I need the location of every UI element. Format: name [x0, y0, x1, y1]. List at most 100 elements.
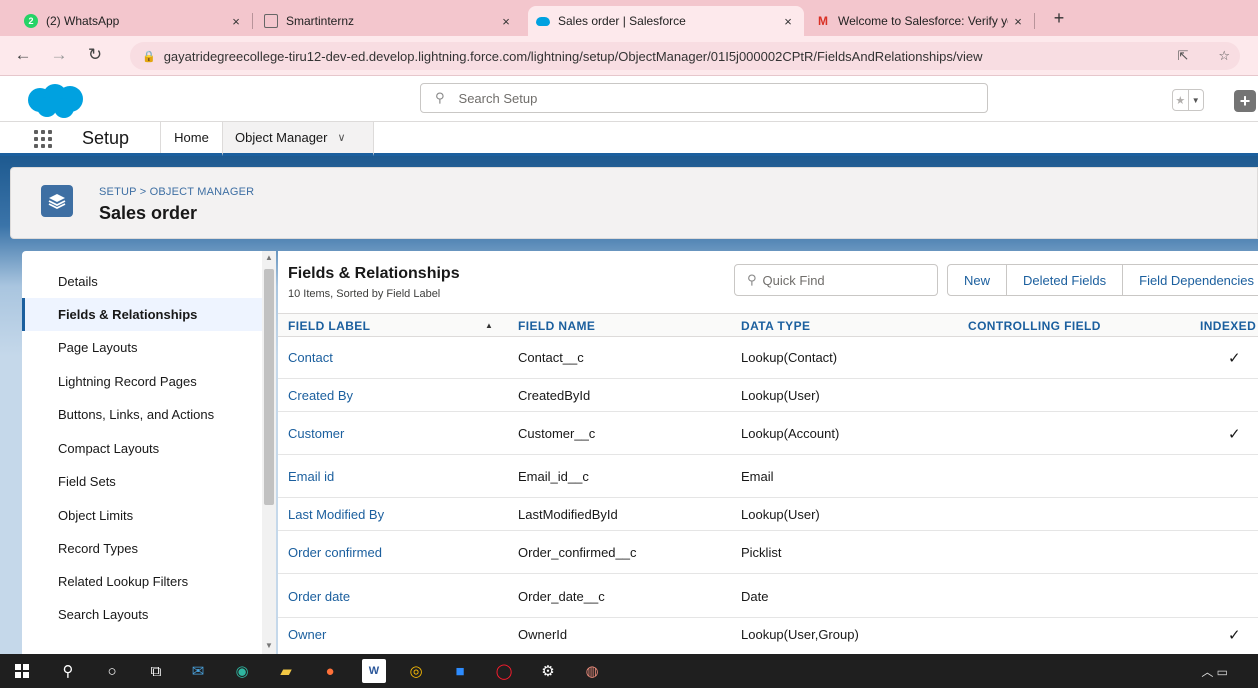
sidebar-item-fields-relationships[interactable]: Fields & Relationships [22, 298, 262, 331]
tab-title: Smartinternz [286, 14, 355, 28]
chrome-profile-icon[interactable]: ◍ [580, 659, 604, 683]
field-dependencies-button[interactable]: Field Dependencies [1122, 265, 1258, 295]
scroll-up-arrow-icon[interactable]: ▲ [262, 253, 276, 262]
os-taskbar: ⚲ ○ ⧉ ✉ ◉ ▰ ● W ◎ ■ ◯ ⚙ ◍ ︿ ▭ [0, 654, 1258, 688]
tab-label: Home [174, 130, 209, 145]
smartinternz-icon [264, 14, 278, 28]
object-sidebar: Details Fields & Relationships Page Layo… [22, 251, 262, 654]
sidebar-scrollbar[interactable]: ▲ ▼ [262, 251, 276, 654]
search-icon: ⚲ [747, 272, 757, 287]
reload-icon[interactable]: ↻ [84, 45, 106, 65]
object-layers-icon [41, 185, 73, 217]
bookmark-star-icon[interactable]: ☆ [1218, 48, 1230, 64]
salesforce-icon [536, 16, 550, 26]
mail-icon[interactable]: ✉ [186, 659, 210, 683]
page-header: SETUP > OBJECT MANAGER Sales order [10, 167, 1258, 239]
sidebar-item-page-layouts[interactable]: Page Layouts [22, 331, 262, 364]
field-data-type: Lookup(User) [741, 388, 820, 403]
close-icon[interactable]: × [1008, 14, 1028, 29]
field-label-link[interactable]: Owner [288, 627, 326, 642]
cortana-icon[interactable]: ○ [100, 659, 124, 683]
sidebar-item-object-limits[interactable]: Object Limits [22, 499, 262, 532]
field-label-link[interactable]: Created By [288, 388, 353, 403]
share-icon[interactable]: ⇱ [1177, 48, 1188, 64]
browser-tab-smartinternz[interactable]: Smartinternz × [256, 6, 522, 36]
star-icon: ★ [1175, 94, 1186, 107]
file-explorer-icon[interactable]: ▰ [274, 659, 298, 683]
field-label-link[interactable]: Order date [288, 589, 350, 604]
forward-arrow-icon[interactable]: → [48, 45, 70, 65]
global-search-input[interactable]: ⚲ Search Setup [420, 83, 988, 113]
settings-gear-icon[interactable]: ⚙ [536, 659, 560, 683]
column-header-data-type[interactable]: DATA TYPE [741, 319, 810, 333]
field-label-link[interactable]: Email id [288, 469, 334, 484]
table-row: Contact Contact__c Lookup(Contact) ✓ [278, 337, 1258, 379]
sidebar-item-label: Lightning Record Pages [58, 374, 197, 389]
global-actions-plus-icon[interactable]: + [1234, 90, 1256, 112]
breadcrumb[interactable]: SETUP > OBJECT MANAGER [99, 186, 254, 198]
browser-tab-gmail[interactable]: M Welcome to Salesforce: Verify yo × [808, 6, 1034, 36]
close-icon[interactable]: × [496, 14, 516, 29]
new-tab-button[interactable]: + [1048, 8, 1070, 29]
system-tray-icon[interactable]: ︿ ▭ [1201, 663, 1228, 680]
table-row: Created By CreatedById Lookup(User) [278, 379, 1258, 412]
sidebar-item-label: Fields & Relationships [58, 307, 198, 322]
field-label-link[interactable]: Last Modified By [288, 507, 384, 522]
close-icon[interactable]: × [778, 14, 798, 29]
search-icon[interactable]: ⚲ [56, 659, 80, 683]
favorites-button[interactable]: ★ ▼ [1172, 89, 1204, 111]
sidebar-item-label: Object Limits [58, 508, 134, 523]
browser-tab-whatsapp[interactable]: 2 (2) WhatsApp × [16, 6, 252, 36]
scroll-down-arrow-icon[interactable]: ▼ [262, 641, 276, 650]
sidebar-item-label: Search Layouts [58, 607, 149, 622]
sidebar-item-label: Field Sets [58, 474, 116, 489]
address-bar: ← → ↻ 🔒 gayatridegreecollege-tiru12-dev-… [0, 36, 1258, 76]
quick-find-input[interactable]: ⚲ Quick Find [734, 264, 938, 296]
gmail-icon: M [818, 14, 828, 28]
tab-object-manager[interactable]: Object Manager ∨ [222, 122, 374, 156]
browser-tab-salesforce[interactable]: Sales order | Salesforce × [528, 6, 804, 36]
sidebar-item-record-types[interactable]: Record Types [22, 532, 262, 565]
sidebar-item-lightning-record-pages[interactable]: Lightning Record Pages [22, 365, 262, 398]
tab-separator [1034, 13, 1035, 29]
column-header-field-name[interactable]: FIELD NAME [518, 319, 595, 333]
field-api-name: Email_id__c [518, 469, 589, 484]
sidebar-item-related-lookup-filters[interactable]: Related Lookup Filters [22, 565, 262, 598]
salesforce-logo-icon[interactable] [22, 83, 88, 119]
new-button[interactable]: New [948, 265, 1006, 295]
chrome-icon[interactable]: ◎ [404, 659, 428, 683]
field-data-type: Lookup(Contact) [741, 350, 838, 365]
opera-icon[interactable]: ◯ [492, 659, 516, 683]
sidebar-item-compact-layouts[interactable]: Compact Layouts [22, 432, 262, 465]
sidebar-item-buttons-links-actions[interactable]: Buttons, Links, and Actions [22, 398, 262, 431]
edge-browser-icon[interactable]: ◉ [230, 659, 254, 683]
indexed-check-icon: ✓ [1228, 350, 1241, 367]
scrollbar-thumb[interactable] [264, 269, 274, 505]
table-row: Customer Customer__c Lookup(Account) ✓ [278, 412, 1258, 455]
word-icon[interactable]: W [362, 659, 386, 683]
sidebar-item-label: Record Types [58, 541, 138, 556]
column-header-controlling-field[interactable]: CONTROLLING FIELD [968, 319, 1101, 333]
firefox-icon[interactable]: ● [318, 659, 342, 683]
table-header: FIELD LABEL ▲ FIELD NAME DATA TYPE CONTR… [278, 313, 1258, 337]
url-field[interactable]: 🔒 gayatridegreecollege-tiru12-dev-ed.dev… [130, 42, 1240, 70]
field-label-link[interactable]: Order confirmed [288, 545, 382, 560]
zoom-icon[interactable]: ■ [448, 659, 472, 683]
sidebar-item-field-sets[interactable]: Field Sets [22, 465, 262, 498]
table-row: Order confirmed Order_confirmed__c Pickl… [278, 531, 1258, 574]
chevron-down-icon[interactable]: ∨ [338, 131, 346, 144]
tab-home[interactable]: Home [160, 122, 222, 153]
task-view-icon[interactable]: ⧉ [144, 659, 168, 683]
field-label-link[interactable]: Contact [288, 350, 333, 365]
field-label-link[interactable]: Customer [288, 426, 344, 441]
app-launcher-icon[interactable] [34, 130, 54, 148]
sidebar-item-details[interactable]: Details [22, 265, 262, 298]
column-header-indexed[interactable]: INDEXED [1200, 319, 1256, 333]
close-icon[interactable]: × [226, 14, 246, 29]
windows-start-icon[interactable] [10, 659, 34, 683]
deleted-fields-button[interactable]: Deleted Fields [1006, 265, 1122, 295]
sidebar-item-search-layouts[interactable]: Search Layouts [22, 598, 262, 631]
sort-ascending-icon[interactable]: ▲ [485, 321, 493, 330]
column-header-field-label[interactable]: FIELD LABEL [288, 319, 370, 333]
back-arrow-icon[interactable]: ← [12, 45, 34, 65]
